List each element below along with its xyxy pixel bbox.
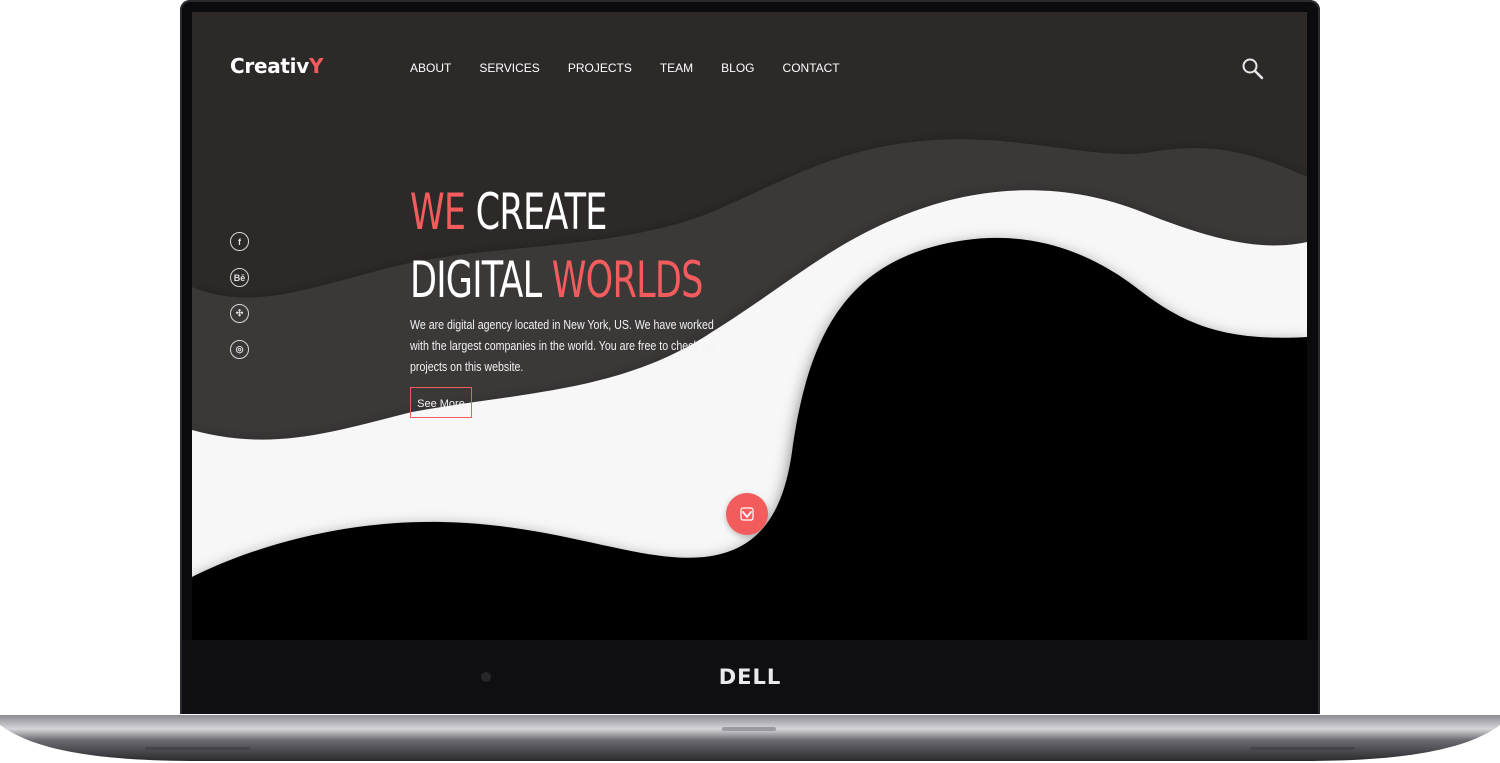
instagram-icon[interactable]: ◎ <box>230 340 249 359</box>
main-nav: ABOUT SERVICES PROJECTS TEAM BLOG CONTAC… <box>410 61 868 75</box>
see-more-button[interactable]: See More <box>410 387 472 418</box>
hero-title-line-1: WE CREATE <box>410 182 607 242</box>
nav-item-projects[interactable]: PROJECTS <box>568 61 632 75</box>
site-logo[interactable]: CreativY <box>230 54 323 78</box>
nav-item-about[interactable]: ABOUT <box>410 61 451 75</box>
laptop-base-shape <box>0 715 1500 761</box>
nav-item-team[interactable]: TEAM <box>660 61 693 75</box>
laptop-base <box>0 713 1500 763</box>
scroll-down-button[interactable] <box>726 493 768 535</box>
chevron-down-icon <box>740 507 754 521</box>
hero-waves-background <box>192 12 1307 640</box>
hero-title-text-1: CREATE <box>475 183 608 241</box>
laptop-screen: CreativY ABOUT SERVICES PROJECTS TEAM BL… <box>192 12 1307 640</box>
search-icon <box>1242 58 1264 80</box>
hero-title-accent-2: WORLDS <box>551 251 704 309</box>
site-logo-accent: Y <box>308 54 324 78</box>
nav-item-services[interactable]: SERVICES <box>479 61 539 75</box>
dribbble-icon[interactable]: ✣ <box>230 304 249 323</box>
hero-title-line-2: DIGITAL WORLDS <box>410 250 703 310</box>
hero-title-accent-1: WE <box>410 183 466 241</box>
search-button[interactable] <box>1241 57 1265 81</box>
webcam-dot <box>481 672 491 682</box>
hero-title-text-2: DIGITAL <box>410 251 542 309</box>
behance-icon[interactable]: Bē <box>230 268 249 287</box>
facebook-icon[interactable]: f <box>230 232 249 251</box>
hero-description: We are digital agency located in New Yor… <box>410 318 718 374</box>
site-logo-main: Creativ <box>230 54 309 78</box>
nav-item-blog[interactable]: BLOG <box>721 61 754 75</box>
nav-item-contact[interactable]: CONTACT <box>783 61 840 75</box>
dell-logo: DELL <box>718 665 782 689</box>
social-links: f Bē ✣ ◎ <box>230 232 249 376</box>
